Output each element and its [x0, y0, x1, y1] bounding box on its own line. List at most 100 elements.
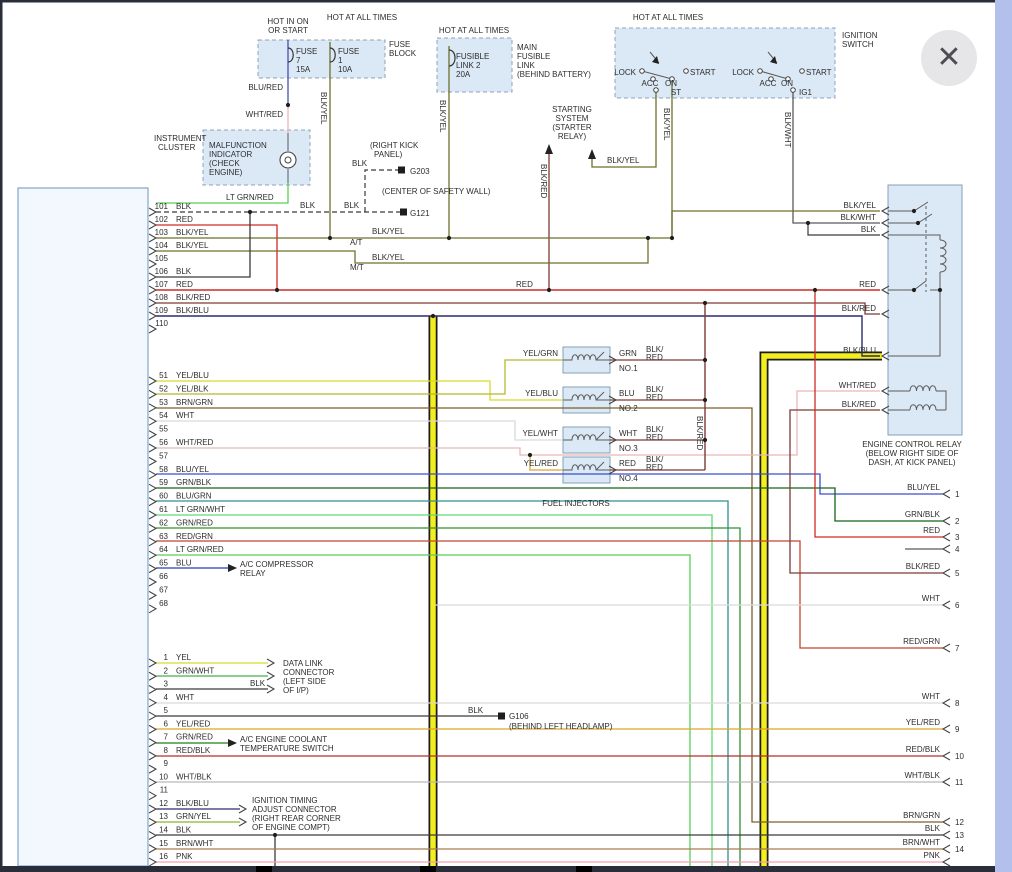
diagram-label: 7: [296, 56, 301, 65]
diagram-label: BLK/YEL: [844, 201, 877, 210]
diagram-label: BLK: [300, 201, 316, 210]
diagram-label: LT GRN/RED: [226, 193, 274, 202]
diagram-label: START: [806, 68, 832, 77]
pin-label: BLK: [176, 202, 192, 211]
pin-number: 108: [155, 293, 169, 302]
diagram-label: OR START: [268, 26, 308, 35]
pin-number: 57: [159, 451, 168, 460]
diagram-label: HOT IN ON: [267, 17, 308, 26]
pin-label: GRN/RED: [176, 518, 213, 527]
pin-label: BLU/YEL: [176, 465, 209, 474]
close-button[interactable]: ✕: [921, 30, 977, 86]
diagram-label: BLK/YEL: [438, 100, 447, 133]
diagram-label: (STARTER: [552, 123, 591, 132]
pin-number: 54: [159, 411, 168, 420]
pin-label: GRN/RED: [176, 733, 213, 742]
pin-number: 103: [155, 228, 169, 237]
right-pin-number: 2: [955, 517, 960, 526]
diagram-label: IG1: [799, 88, 812, 97]
diagram-label: BLK/YEL: [607, 156, 640, 165]
pin-label: BLK/RED: [176, 293, 210, 302]
pin-number: 7: [164, 733, 169, 742]
right-pin-number: 13: [955, 831, 964, 840]
junction-dot: [703, 398, 707, 402]
diagram-label: RELAY): [558, 132, 587, 141]
pin-number: 55: [159, 425, 168, 434]
diagram-label: HOT AT ALL TIMES: [439, 26, 509, 35]
pin-number: 3: [164, 680, 169, 689]
right-pin-label: WHT/BLK: [904, 771, 940, 780]
diagram-label: BLK/YEL: [662, 108, 671, 141]
pin-number: 51: [159, 371, 168, 380]
pin-number: 63: [159, 532, 168, 541]
right-pin-number: 11: [955, 778, 964, 787]
pin-label: BLK/BLU: [176, 799, 209, 808]
pin-label: BLU/GRN: [176, 492, 212, 501]
injector-input-label: YEL/WHT: [522, 429, 558, 438]
pin-label: BLK/YEL: [176, 241, 209, 250]
junction-dot: [912, 209, 916, 213]
right-pin-number: 3: [955, 533, 960, 542]
right-pin-number: 1: [955, 490, 960, 499]
pin-number: 14: [159, 826, 168, 835]
diagram-label: TEMPERATURE SWITCH: [240, 744, 334, 753]
diagram-label: RELAY: [240, 569, 266, 578]
junction-dot: [447, 236, 451, 240]
pin-number: 59: [159, 478, 168, 487]
ecu-body-box: [18, 188, 148, 866]
diagram-label: RED: [516, 280, 533, 289]
diagram-label: BLK/WHT: [783, 112, 792, 148]
diagram-label: LOCK: [614, 68, 636, 77]
pin-label: WHT: [176, 411, 194, 420]
diagram-label: ON: [665, 79, 677, 88]
right-pin-number: 8: [955, 699, 960, 708]
diagram-label: PANEL): [374, 150, 403, 159]
scrollbar[interactable]: [995, 0, 1012, 872]
right-pin-label: RED/BLK: [906, 745, 941, 754]
diagram-label: BLK/RED: [695, 416, 704, 450]
diagram-label: FUSE: [338, 47, 359, 56]
diagram-label: BLK/YEL: [319, 92, 328, 125]
diagram-label: BLK: [352, 159, 368, 168]
pin-label: LT GRN/WHT: [176, 505, 225, 514]
diagram-label: 10A: [338, 65, 353, 74]
diagram-label: LINK 2: [456, 61, 481, 70]
pin-number: 12: [159, 799, 168, 808]
junction-dot: [703, 358, 707, 362]
right-pin-number: 12: [955, 818, 964, 827]
diagram-label: 1: [338, 56, 343, 65]
diagram-label: (CHECK: [209, 159, 240, 168]
injector-return-label: RED: [646, 353, 663, 362]
right-pin-label: YEL/RED: [906, 718, 940, 727]
injector-number: NO.2: [619, 404, 638, 413]
diagram-label: BLK: [468, 706, 484, 715]
diagram-label: G121: [410, 209, 430, 218]
injector-input-label: YEL/BLU: [525, 389, 558, 398]
diagram-label: BLU/RED: [248, 83, 283, 92]
pin-label: BLK: [176, 826, 192, 835]
diagram-label: CLUSTER: [158, 143, 196, 152]
check-engine-lamp-icon: [280, 152, 296, 168]
pin-number: 56: [159, 438, 168, 447]
diagram-label: BLK/RED: [842, 304, 876, 313]
diagram-label: FUSE: [296, 47, 317, 56]
diagram-label: IGNITION TIMING: [252, 796, 318, 805]
diagram-label: CONNECTOR: [283, 668, 335, 677]
diagram-label: ACC: [760, 79, 777, 88]
diagram-label: G203: [410, 167, 430, 176]
diagram-label: G106: [509, 712, 529, 721]
pin-label: RED: [176, 215, 193, 224]
diagram-label: START: [690, 68, 716, 77]
pin-number: 65: [159, 559, 168, 568]
pin-label: RED: [176, 280, 193, 289]
ground-g121-icon: [400, 209, 407, 216]
diagram-label: HOT AT ALL TIMES: [327, 13, 397, 22]
diagram-label: WHT/RED: [246, 110, 284, 119]
diagram-label: ENGINE CONTROL RELAY: [862, 440, 962, 449]
pin-number: 15: [159, 839, 168, 848]
ground-g203-icon: [398, 167, 405, 174]
pin-number: 66: [159, 572, 168, 581]
diagram-label: INSTRUMENT: [154, 134, 207, 143]
diagram-label: BLK: [250, 679, 266, 688]
pin-number: 61: [159, 505, 168, 514]
